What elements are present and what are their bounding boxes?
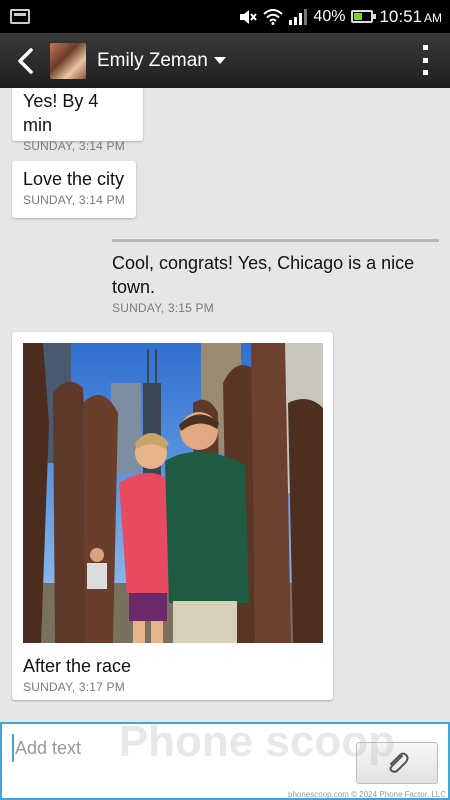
clock: 10:51 AM: [379, 7, 442, 27]
message-timestamp: SUNDAY, 3:14 PM: [23, 193, 125, 207]
dropdown-caret-icon[interactable]: [213, 57, 226, 64]
message-text: Yes! By 4 min: [23, 91, 99, 135]
message-bubble-incoming[interactable]: Love the city SUNDAY, 3:14 PM: [12, 161, 136, 218]
message-timestamp: SUNDAY, 3:17 PM: [23, 680, 125, 694]
clock-ampm: AM: [424, 10, 442, 25]
overflow-menu-button[interactable]: [420, 45, 430, 75]
menu-dot: [422, 45, 428, 50]
battery-percent: 40%: [313, 7, 346, 25]
battery-icon: [351, 10, 377, 23]
message-text: Love the city: [23, 169, 125, 189]
message-timestamp: SUNDAY, 3:14 PM: [23, 139, 125, 153]
menu-dot: [422, 57, 428, 63]
message-timestamp: SUNDAY, 3:15 PM: [112, 301, 214, 315]
watermark-footer: phonescoop.com © 2024 Phone Factor, LLC: [288, 790, 446, 799]
back-button[interactable]: [0, 33, 50, 88]
notification-icon: [10, 9, 30, 24]
status-bar: 40% 10:51 AM: [0, 0, 450, 33]
status-icons: 40% 10:51 AM: [239, 0, 442, 33]
message-list[interactable]: Yes! By 4 min SUNDAY, 3:14 PM Love the c…: [0, 88, 450, 722]
clock-time: 10:51: [379, 6, 422, 26]
wifi-icon: [263, 8, 284, 25]
conversation-header: Emily Zeman: [0, 33, 450, 88]
attach-button[interactable]: [356, 742, 438, 784]
mute-icon: [240, 9, 258, 24]
message-input[interactable]: [12, 734, 342, 762]
signal-icon: [289, 8, 308, 25]
message-bubble-incoming[interactable]: Yes! By 4 min SUNDAY, 3:14 PM: [12, 88, 143, 153]
message-photo[interactable]: [23, 343, 323, 643]
message-composer: [0, 722, 450, 800]
avatar[interactable]: [50, 42, 86, 79]
paperclip-icon: [389, 752, 409, 773]
message-bubble-photo[interactable]: After the race SUNDAY, 3:17 PM: [12, 332, 333, 700]
message-text: After the race: [23, 656, 132, 676]
contact-name[interactable]: Emily Zeman: [97, 50, 208, 72]
back-icon: [18, 47, 33, 74]
message-text: Cool, congrats! Yes, Chicago is a nice t…: [112, 253, 415, 297]
menu-dot: [422, 70, 428, 75]
message-outgoing[interactable]: Cool, congrats! Yes, Chicago is a nice t…: [112, 239, 439, 315]
